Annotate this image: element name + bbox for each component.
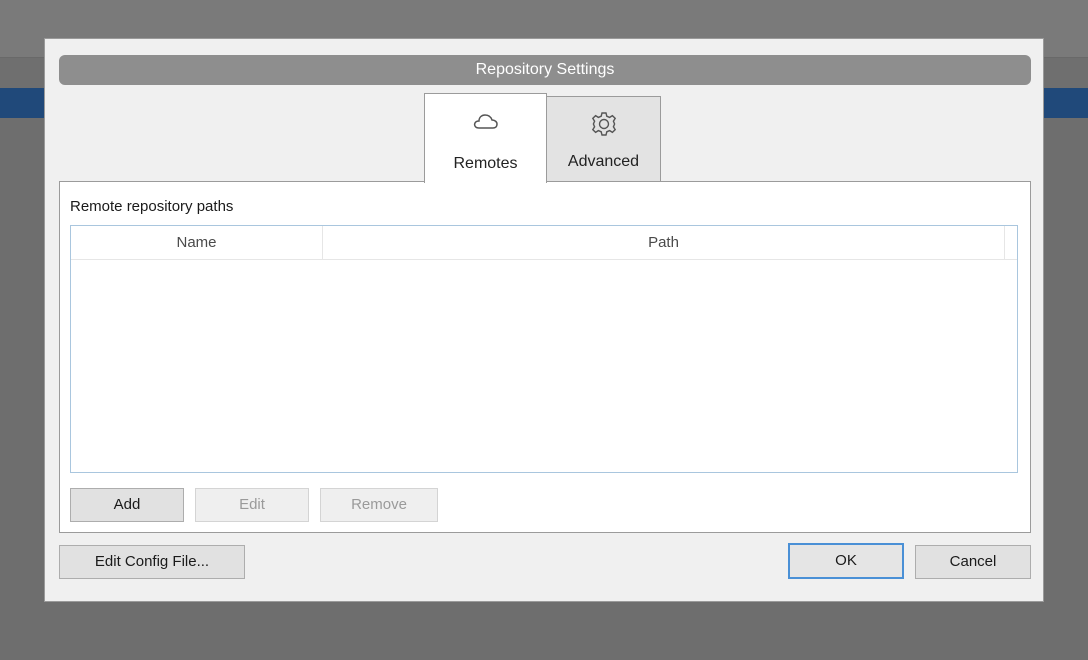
column-header-path[interactable]: Path — [323, 226, 1005, 260]
add-button[interactable]: Add — [70, 488, 184, 522]
edit-button[interactable]: Edit — [195, 488, 309, 522]
edit-config-file-button[interactable]: Edit Config File... — [59, 545, 245, 579]
table-body[interactable] — [71, 261, 1017, 472]
remove-button[interactable]: Remove — [320, 488, 438, 522]
remote-paths-label: Remote repository paths — [70, 198, 234, 215]
dialog-title: Repository Settings — [59, 55, 1031, 85]
column-header-name[interactable]: Name — [71, 226, 323, 260]
remotes-table[interactable]: Name Path — [70, 225, 1018, 473]
table-header: Name Path — [71, 226, 1017, 260]
tab-remotes-label: Remotes — [453, 155, 518, 172]
gear-icon — [547, 109, 660, 139]
repository-settings-dialog: Repository Settings Remotes Advanced Rem… — [44, 38, 1044, 602]
remotes-panel: Remote repository paths Name Path Add Ed… — [59, 181, 1031, 533]
cloud-icon — [425, 106, 546, 136]
tab-advanced[interactable]: Advanced — [547, 96, 661, 182]
cancel-button[interactable]: Cancel — [915, 545, 1031, 579]
tab-remotes[interactable]: Remotes — [424, 93, 547, 183]
tab-advanced-label: Advanced — [567, 153, 640, 170]
ok-button[interactable]: OK — [788, 543, 904, 579]
